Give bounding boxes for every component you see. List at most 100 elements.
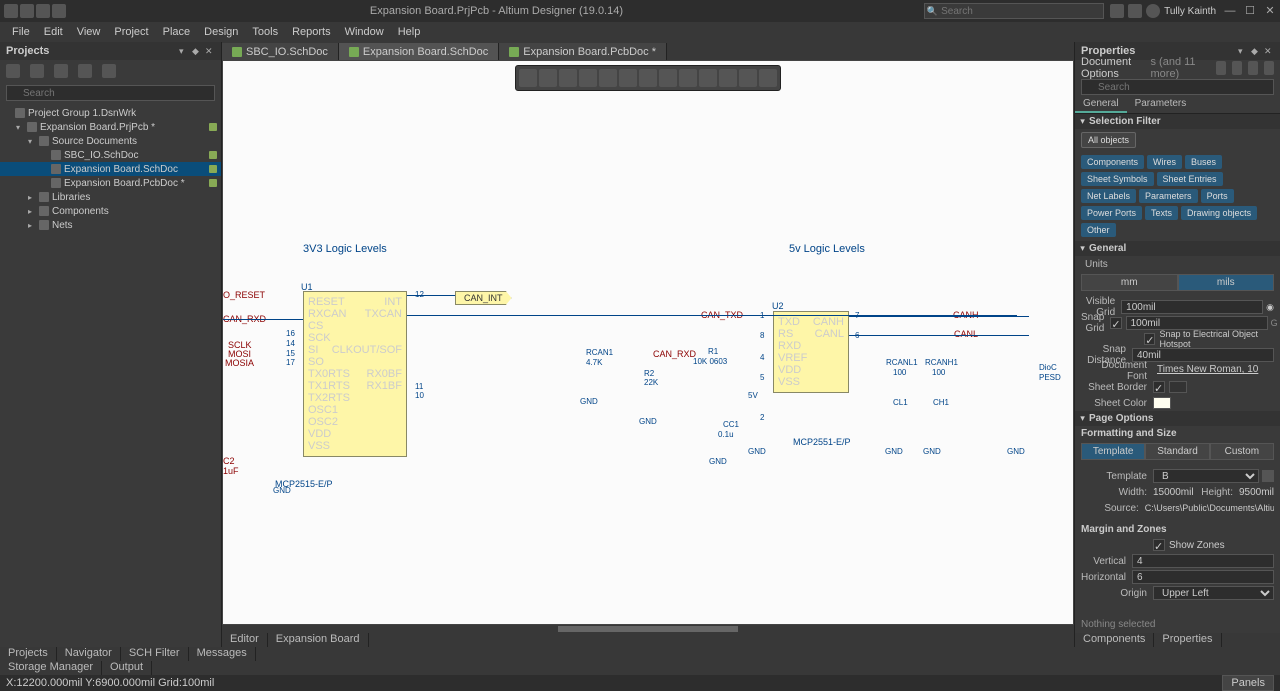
ab-select-icon[interactable] [559, 69, 577, 87]
section-selection-filter[interactable]: Selection Filter [1075, 114, 1280, 129]
panel-menu-icon[interactable]: ▾ [179, 46, 189, 56]
panel-tab[interactable]: Messages [189, 647, 256, 661]
doc-tab[interactable]: SBC_IO.SchDoc [222, 43, 339, 60]
component-u2[interactable]: TXDCANHRSCANLRXDVREFVDDVSS [773, 311, 849, 393]
select-icon[interactable] [1248, 61, 1258, 75]
filter-net-labels[interactable]: Net Labels [1081, 189, 1136, 203]
filter-other[interactable]: Other [1081, 223, 1116, 237]
port-can-int[interactable]: CAN_INT [455, 291, 512, 305]
page-template[interactable]: Template [1081, 443, 1145, 460]
section-page-options[interactable]: Page Options [1075, 411, 1280, 426]
filter-power-ports[interactable]: Power Ports [1081, 206, 1142, 220]
highlight-icon[interactable] [1264, 61, 1274, 75]
origin-select[interactable]: Upper Left [1153, 586, 1274, 600]
panel-pin-icon[interactable]: ◆ [1251, 46, 1261, 56]
template-action-icon[interactable] [1262, 470, 1274, 482]
panel-pin-icon[interactable]: ◆ [192, 46, 202, 56]
folder-icon[interactable] [52, 4, 66, 18]
panel-tab[interactable]: SCH Filter [121, 647, 189, 661]
panel-tab[interactable]: Output [102, 661, 152, 675]
tab-parameters[interactable]: Parameters [1127, 98, 1195, 113]
snap-grid-input[interactable] [1126, 316, 1268, 330]
menu-edit[interactable]: Edit [38, 24, 69, 40]
ab-filter-icon[interactable] [519, 69, 537, 87]
menu-help[interactable]: Help [392, 24, 427, 40]
properties-search-input[interactable] [1081, 79, 1274, 95]
units-mm[interactable]: mm [1081, 274, 1178, 291]
menu-tools[interactable]: Tools [246, 24, 284, 40]
minimize-button[interactable]: — [1224, 5, 1236, 17]
horizontal-input[interactable] [1132, 570, 1274, 584]
tree-item[interactable]: ▸Components [0, 204, 221, 218]
visible-grid-input[interactable] [1121, 300, 1263, 314]
filter-parameters[interactable]: Parameters [1139, 189, 1198, 203]
tree-home-icon[interactable] [6, 64, 20, 78]
menu-design[interactable]: Design [198, 24, 244, 40]
tree-item[interactable]: Expansion Board.SchDoc [0, 162, 221, 176]
menu-file[interactable]: File [6, 24, 36, 40]
tree-refresh-icon[interactable] [78, 64, 92, 78]
filter-dropdown-icon[interactable] [1232, 61, 1242, 75]
schematic-canvas[interactable]: 3V3 Logic Levels 5v Logic Levels U1 RESE… [223, 61, 1073, 624]
global-search-input[interactable] [924, 3, 1104, 19]
tree-save-icon[interactable] [30, 64, 44, 78]
filter-buses[interactable]: Buses [1185, 155, 1222, 169]
tree-compile-icon[interactable] [54, 64, 68, 78]
ab-bus-icon[interactable] [639, 69, 657, 87]
doc-tab[interactable]: Expansion Board.SchDoc [339, 43, 499, 60]
panel-close-icon[interactable]: ✕ [205, 46, 215, 56]
tab-components[interactable]: Components [1075, 633, 1154, 647]
ab-distribute-icon[interactable] [599, 69, 617, 87]
component-u1[interactable]: RESETINTRXCANTXCANCSSCKSICLKOUT/SOFSOTX0… [303, 291, 407, 457]
ab-net-icon[interactable] [659, 69, 677, 87]
ab-text-icon[interactable] [739, 69, 757, 87]
filter-drawing-objects[interactable]: Drawing objects [1181, 206, 1257, 220]
menu-reports[interactable]: Reports [286, 24, 337, 40]
save-icon[interactable] [20, 4, 34, 18]
panel-tab[interactable]: Storage Manager [0, 661, 102, 675]
open-icon[interactable] [36, 4, 50, 18]
filter-components[interactable]: Components [1081, 155, 1144, 169]
filter-all-objects[interactable]: All objects [1081, 132, 1136, 148]
vertical-input[interactable] [1132, 554, 1274, 568]
ab-grid-icon[interactable] [759, 69, 777, 87]
snap-distance-input[interactable] [1132, 348, 1274, 362]
tree-item[interactable]: SBC_IO.SchDoc [0, 148, 221, 162]
projects-search-input[interactable] [6, 85, 215, 101]
doc-tab[interactable]: Expansion Board.PcbDoc * [499, 43, 667, 60]
filter-texts[interactable]: Texts [1145, 206, 1178, 220]
page-custom[interactable]: Custom [1210, 443, 1274, 460]
notif-icon[interactable] [1128, 4, 1142, 18]
bottom-tab[interactable]: Expansion Board [268, 633, 369, 647]
ab-port-icon[interactable] [679, 69, 697, 87]
sheet-color-swatch[interactable] [1153, 397, 1171, 409]
h-scrollbar[interactable] [558, 626, 738, 632]
units-mils[interactable]: mils [1178, 274, 1275, 291]
menu-window[interactable]: Window [339, 24, 390, 40]
tree-item[interactable]: ▸Libraries [0, 190, 221, 204]
sheet-border-checkbox[interactable]: ✓ [1153, 381, 1165, 393]
filter-ports[interactable]: Ports [1201, 189, 1234, 203]
page-standard[interactable]: Standard [1145, 443, 1209, 460]
ab-wire-icon[interactable] [619, 69, 637, 87]
snap-grid-checkbox[interactable]: ✓ [1110, 317, 1121, 329]
panels-button[interactable]: Panels [1222, 675, 1274, 691]
tree-item[interactable]: Project Group 1.DsnWrk [0, 106, 221, 120]
menu-project[interactable]: Project [108, 24, 154, 40]
menu-place[interactable]: Place [157, 24, 197, 40]
avatar[interactable] [1146, 4, 1160, 18]
maximize-button[interactable]: ☐ [1244, 5, 1256, 17]
tree-item[interactable]: ▾Source Documents [0, 134, 221, 148]
panel-close-icon[interactable]: ✕ [1264, 46, 1274, 56]
sheet-border-color[interactable] [1169, 381, 1187, 393]
ab-align-icon[interactable] [579, 69, 597, 87]
doc-font-button[interactable]: Times New Roman, 10 [1153, 364, 1274, 378]
filter-funnel-icon[interactable] [1216, 61, 1226, 75]
tab-properties[interactable]: Properties [1154, 633, 1221, 647]
section-general[interactable]: General [1075, 241, 1280, 256]
panel-menu-icon[interactable]: ▾ [1238, 46, 1248, 56]
settings-icon[interactable] [1110, 4, 1124, 18]
show-zones-checkbox[interactable]: ✓ [1153, 539, 1165, 551]
close-button[interactable]: ✕ [1264, 5, 1276, 17]
tree-item[interactable]: ▸Nets [0, 218, 221, 232]
